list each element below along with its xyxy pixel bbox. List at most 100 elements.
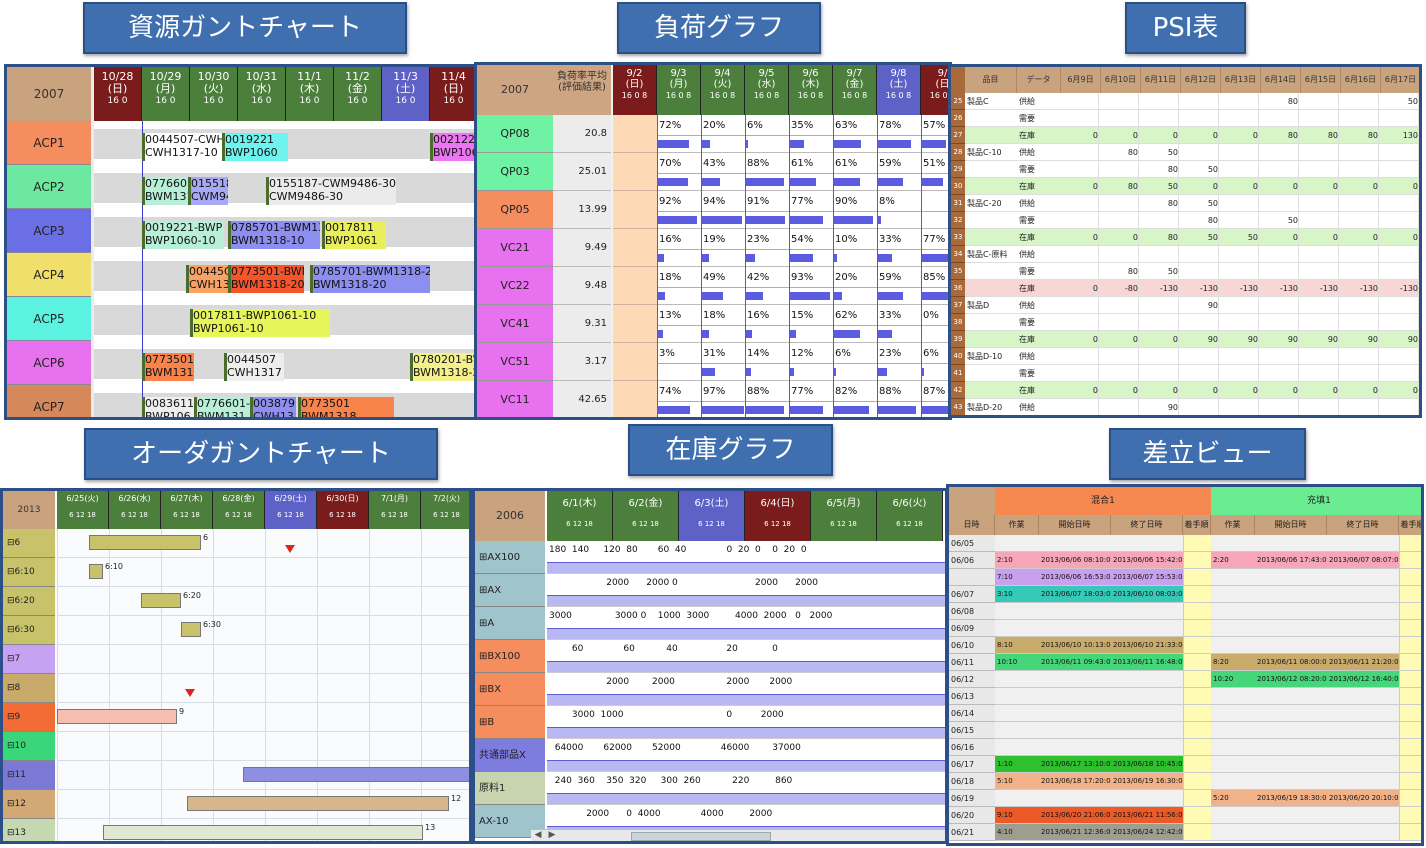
diff-cell-a (1185, 790, 1211, 807)
diff-cell-b (1329, 722, 1399, 739)
diff-cell-a (1113, 671, 1183, 688)
load-fill-bar (833, 292, 842, 300)
stock-scrollbar[interactable]: ◀ ▶ (531, 829, 945, 841)
psi-cell-value (1101, 348, 1139, 365)
diff-cell-a (1113, 603, 1183, 620)
scroll-right-icon[interactable]: ▶ (545, 830, 559, 841)
order-row-label: ⊟9 (3, 703, 55, 732)
load-dow-label: (木) (801, 79, 820, 90)
load-pct-label: 61% (791, 158, 814, 169)
load-cap-line (789, 173, 833, 174)
psi-data-kind: 需要 (1019, 114, 1035, 123)
psi-cell-value (1301, 195, 1339, 212)
load-day-divider (921, 381, 922, 417)
load-day-divider (789, 381, 790, 417)
resource-job-bar: 0044507-CWH CWH1317-10 (142, 133, 224, 161)
load-pct-label: 18% (703, 310, 726, 321)
load-row-avg: 42.65 (553, 381, 611, 417)
load-cap-line (657, 325, 701, 326)
psi-cell-value: 0 (1141, 382, 1179, 399)
psi-data-kind: 在庫 (1019, 233, 1035, 242)
diff-date-cell: 06/18 (949, 773, 995, 790)
diff-cell-a (1041, 739, 1111, 756)
stock-row-name: 原料1 (475, 772, 545, 805)
order-date-col: 6/25(火) 6 12 18 (57, 491, 109, 529)
psi-cell-value (1061, 246, 1099, 263)
load-cap-line (745, 249, 789, 250)
stock-value-labels: 60 60 40 20 0 (549, 644, 778, 654)
psi-cell-value (1381, 297, 1419, 314)
load-date-label: 9/3 (670, 68, 687, 79)
psi-cell-value (1141, 348, 1179, 365)
load-date-label: 9/7 (846, 68, 863, 79)
diff-cell-a (1041, 620, 1111, 637)
order-grid-line (109, 529, 110, 841)
load-day-divider (745, 153, 746, 191)
psi-cell-value: 50 (1141, 178, 1179, 195)
order-bar-label: 13 (425, 823, 436, 832)
psi-cell-value: 90 (1341, 331, 1379, 348)
diff-group-mix: 混合1 (995, 487, 1211, 515)
diff-cell-a (1113, 722, 1183, 739)
load-day-divider (745, 267, 746, 305)
psi-cell-value (1101, 93, 1139, 110)
resource-dow-label: (火) (203, 82, 224, 95)
psi-cell-value (1261, 314, 1299, 331)
psi-cell-value (1101, 365, 1139, 382)
psi-cell-value (1301, 399, 1339, 415)
psi-cell-value (1341, 399, 1379, 415)
psi-data-kind: 在庫 (1019, 335, 1035, 344)
diff-cell-b (1257, 722, 1327, 739)
resource-dow-label: (日) (443, 82, 464, 95)
psi-cell-value: 90 (1221, 331, 1259, 348)
stock-value-labels: 2000 2000 0 2000 2000 (549, 578, 818, 588)
load-row-name: VC22 (477, 267, 553, 305)
load-fill-bar (657, 254, 664, 262)
psi-table-panel: 品目 データ 6月9日 6月10日 6月11日 6月12日 6月13日 6月14日 6月15日 6… (948, 64, 1422, 418)
load-date-col: 9/7 (金) 16 0 8 (833, 65, 877, 115)
order-bar-label: 6 (203, 533, 209, 542)
stock-hour-label: 6 12 18 (830, 520, 857, 528)
load-fill-bar (657, 216, 697, 224)
psi-cell-value: 0 (1061, 127, 1099, 144)
diff-date-cell: 06/19 (949, 790, 995, 807)
load-fill-bar (745, 254, 755, 262)
resource-job-bar: 0019221-BWP BWP1060-10 (142, 221, 224, 249)
load-cap-line (657, 287, 701, 288)
order-bar (187, 796, 449, 811)
load-pct-label: 90% (835, 196, 858, 207)
diff-cell-b: 2013/06/12 16:40:00 (1329, 675, 1399, 683)
diff-cell-a (1185, 654, 1211, 671)
load-day-divider (657, 267, 658, 305)
load-fill-bar (657, 406, 690, 414)
psi-cell-value: 50 (1221, 229, 1259, 246)
scroll-thumb[interactable] (631, 832, 771, 841)
diff-date-cell: 06/11 (949, 654, 995, 671)
load-fill-bar (877, 406, 916, 414)
load-pct-label: 43% (703, 158, 726, 169)
psi-cell-value (1341, 195, 1379, 212)
load-day-divider (877, 115, 878, 153)
load-pct-label: 91% (747, 196, 770, 207)
diff-cell-b (1257, 807, 1327, 824)
load-day-divider (657, 153, 658, 191)
psi-cell-value (1261, 263, 1299, 280)
psi-item-name (967, 314, 1017, 331)
scroll-left-icon[interactable]: ◀ (531, 830, 545, 841)
diff-cell-b (1213, 603, 1255, 620)
load-cap-line (789, 401, 833, 402)
psi-cell-value: 90 (1381, 331, 1419, 348)
diff-cell-a: 2013/06/10 10:13:00 (1041, 641, 1111, 649)
psi-cell-value (1101, 110, 1139, 127)
psi-cell-value (1341, 314, 1379, 331)
load-pct-label: 62% (835, 310, 858, 321)
resource-date-header: 10/28 (日) 16 0 10/29 (月) 16 0 10/30 (火) 16 0 10/3… (94, 67, 475, 121)
diff-cell-a (997, 688, 1039, 705)
psi-item-name (967, 110, 1017, 127)
psi-row-number: 40 (951, 348, 965, 365)
diff-cell-a (1185, 824, 1211, 841)
load-date-label: 9/4 (714, 68, 731, 79)
load-fill-bar (745, 178, 784, 186)
load-day-divider (789, 305, 790, 343)
load-pct-label: 54% (791, 234, 814, 245)
